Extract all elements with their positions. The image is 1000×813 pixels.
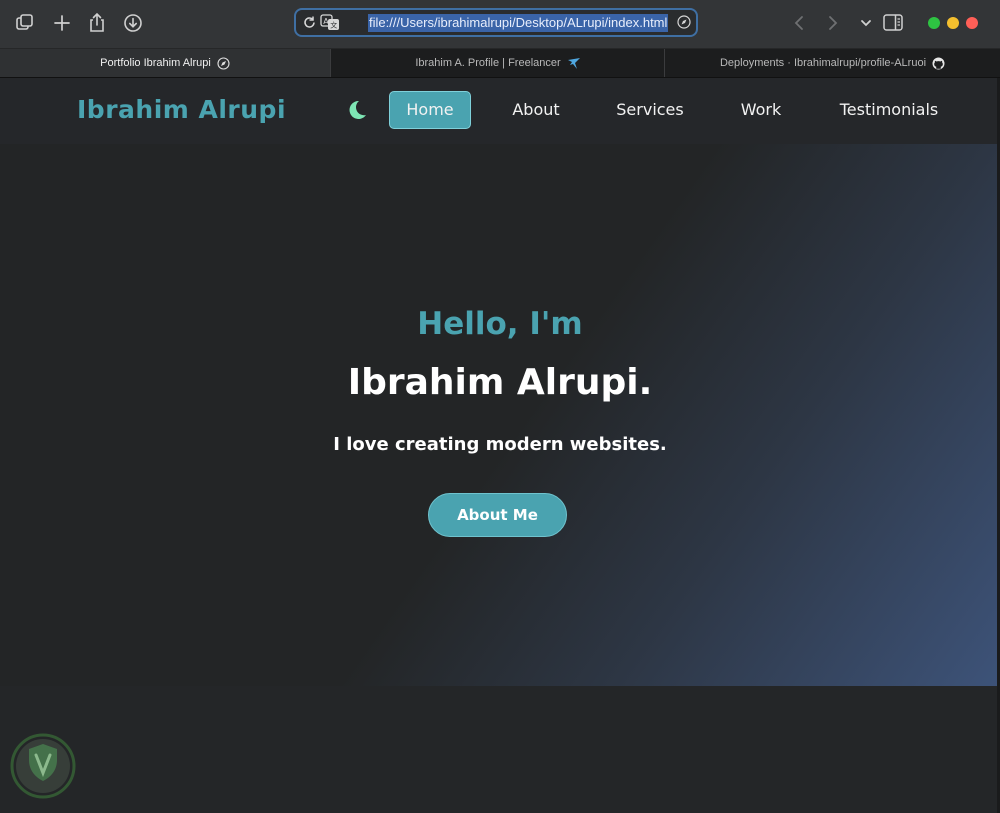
tab-portfolio[interactable]: Portfolio Ibrahim Alrupi	[0, 49, 331, 77]
close-window-button[interactable]	[966, 17, 978, 29]
reload-icon[interactable]	[302, 15, 317, 30]
hero-section: Hello, I'm Ibrahim Alrupi. I love creati…	[0, 144, 1000, 686]
url-text[interactable]: file:///Users/ibrahimalrupi/Desktop/ALru…	[368, 14, 669, 32]
forward-arrow-icon[interactable]	[826, 14, 840, 32]
tab-bar: Portfolio Ibrahim Alrupi Ibrahim A. Prof…	[0, 49, 1000, 78]
tab-label: Portfolio Ibrahim Alrupi	[100, 57, 211, 69]
hero-tagline: I love creating modern websites.	[333, 434, 667, 455]
next-section	[0, 686, 1000, 813]
tab-deployments[interactable]: Deployments · Ibrahimalrupi/profile-ALru…	[665, 49, 1000, 77]
browser-toolbar: A文 file:///Users/ibrahimalrupi/Desktop/A…	[0, 0, 1000, 49]
translate-icon[interactable]: A文	[320, 14, 340, 31]
svg-text:文: 文	[330, 21, 337, 30]
nav-home[interactable]: Home	[389, 91, 471, 129]
address-bar[interactable]: A文 file:///Users/ibrahimalrupi/Desktop/A…	[294, 8, 698, 37]
github-icon	[932, 57, 945, 70]
tab-overview-icon[interactable]	[14, 12, 36, 34]
moon-icon[interactable]	[344, 98, 368, 122]
hero-greeting: Hello, I'm	[417, 306, 583, 342]
tab-label: Ibrahim A. Profile | Freelancer	[415, 57, 561, 69]
site-header: Ibrahim Alrupi Home About Services Work …	[0, 78, 1000, 144]
minimize-window-button[interactable]	[947, 17, 959, 29]
compass-icon[interactable]	[677, 15, 691, 29]
share-icon[interactable]	[86, 12, 108, 34]
back-arrow-icon[interactable]	[792, 14, 806, 32]
sidebar-icon[interactable]	[883, 14, 903, 31]
chevron-down-icon[interactable]	[859, 14, 873, 32]
zoom-window-button[interactable]	[928, 17, 940, 29]
hero-name: Ibrahim Alrupi.	[347, 362, 653, 403]
downloads-icon[interactable]	[122, 12, 144, 34]
nav-testimonials[interactable]: Testimonials	[830, 91, 948, 129]
tab-freelancer[interactable]: Ibrahim A. Profile | Freelancer	[331, 49, 665, 77]
about-me-button[interactable]: About Me	[428, 493, 567, 537]
nav-about[interactable]: About	[500, 91, 572, 129]
shield-watermark-icon	[4, 733, 82, 799]
new-tab-icon[interactable]	[51, 12, 73, 34]
nav-services[interactable]: Services	[605, 91, 695, 129]
freelancer-bird-icon	[567, 57, 580, 70]
site-logo[interactable]: Ibrahim Alrupi	[77, 92, 286, 128]
tab-label: Deployments · Ibrahimalrupi/profile-ALru…	[719, 57, 927, 69]
nav-work[interactable]: Work	[730, 91, 792, 129]
compass-icon	[217, 57, 230, 70]
